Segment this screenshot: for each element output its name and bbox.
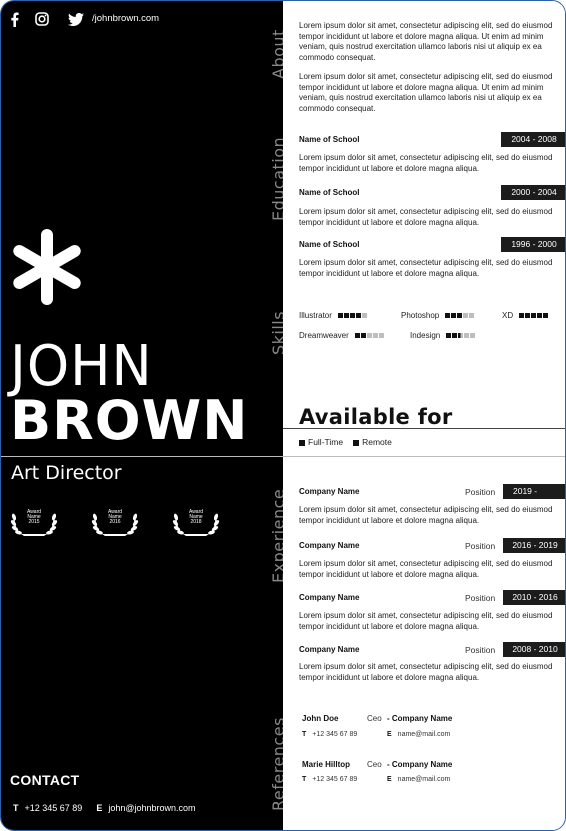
availability-underline xyxy=(283,428,565,429)
social-links xyxy=(7,11,85,27)
job-title: Art Director xyxy=(11,462,122,484)
reference-role: Ceo xyxy=(367,714,382,723)
position-label: Position xyxy=(465,541,496,551)
skill-name: Illustrator xyxy=(299,311,332,320)
experience-company: Company Name xyxy=(299,487,360,496)
skill-name: XD xyxy=(502,311,514,320)
reference-name: Marie Hilltop xyxy=(302,760,351,769)
first-name: JOHN xyxy=(10,334,153,399)
reference-company: - Company Name xyxy=(387,714,453,723)
email-label: E xyxy=(96,803,103,813)
skill-level xyxy=(446,333,476,338)
experience-dates: 2008 - 2010 xyxy=(503,642,565,657)
skill-item: Dreamweaver xyxy=(299,331,384,340)
skill-level xyxy=(445,313,475,318)
experience-dates: 2019 - xyxy=(503,484,565,499)
skill-item: XD xyxy=(502,311,549,320)
award-year: 2018 xyxy=(190,519,202,525)
email-value[interactable]: john@johnbrown.com xyxy=(108,803,195,813)
experience-description: Lorem ipsum dolor sit amet, consectetur … xyxy=(299,505,553,525)
position-label: Position xyxy=(465,593,496,603)
skill-level xyxy=(354,333,384,338)
reference-email[interactable]: Ename@mail.com xyxy=(387,776,450,783)
reference-phone[interactable]: T +12 345 67 89 xyxy=(302,776,357,783)
award-badge: Award Name 2018 xyxy=(171,504,221,538)
about-paragraph: Lorem ipsum dolor sit amet, consectetur … xyxy=(299,72,553,113)
reference-name: John Doe xyxy=(302,714,339,723)
availability-option: Full-Time xyxy=(299,437,343,447)
position-label: Position xyxy=(465,487,496,497)
left-column: /johnbrown.com JOHN BROWN Art Director A… xyxy=(1,1,283,830)
skill-item: Illustrator xyxy=(299,311,367,320)
reference-phone[interactable]: T +12 345 67 89 xyxy=(302,731,357,738)
square-bullet-icon xyxy=(353,439,360,446)
education-description: Lorem ipsum dolor sit amet, consectetur … xyxy=(299,258,553,278)
education-dates: 1996 - 2000 xyxy=(501,237,565,252)
website-link[interactable]: /johnbrown.com xyxy=(92,13,159,24)
last-name: BROWN xyxy=(10,389,249,452)
instagram-icon[interactable] xyxy=(34,11,50,27)
education-dates: 2004 - 2008 xyxy=(501,132,565,147)
skill-item: Photoshop xyxy=(401,311,475,320)
contact-info: T +12 345 67 89 E john@johnbrown.com xyxy=(13,803,196,813)
facebook-icon[interactable] xyxy=(7,11,21,27)
phone-label: T xyxy=(13,803,19,813)
skill-name: Indesign xyxy=(410,331,441,340)
experience-company: Company Name xyxy=(299,593,360,602)
award-year: 2015 xyxy=(28,519,40,525)
contact-heading: CONTACT xyxy=(10,772,80,788)
square-bullet-icon xyxy=(299,439,305,446)
right-column: Lorem ipsum dolor sit amet, consectetur … xyxy=(283,1,565,830)
education-school: Name of School xyxy=(299,135,360,144)
award-badge: Award Name 2016 xyxy=(90,504,140,538)
position-label: Position xyxy=(465,645,496,655)
award-year: 2016 xyxy=(109,519,121,525)
about-paragraph: Lorem ipsum dolor sit amet, consectetur … xyxy=(299,21,553,62)
availability-option: Remote xyxy=(353,437,392,447)
reference-company: - Company Name xyxy=(387,760,453,769)
awards-row: Award Name 2015 Award Name 2016 Award Na… xyxy=(9,504,249,540)
skill-level xyxy=(519,313,549,318)
skill-level xyxy=(337,313,367,318)
availability-title: Available for xyxy=(299,405,453,429)
resume-page: /johnbrown.com JOHN BROWN Art Director A… xyxy=(0,0,566,831)
phone-value[interactable]: +12 345 67 89 xyxy=(25,803,83,813)
twitter-icon[interactable] xyxy=(67,11,85,27)
experience-dates: 2016 - 2019 xyxy=(503,538,565,553)
education-dates: 2000 - 2004 xyxy=(501,185,565,200)
skill-name: Dreamweaver xyxy=(299,331,349,340)
name-divider xyxy=(1,456,565,457)
availability-options: Full-Time Remote xyxy=(299,437,392,447)
education-description: Lorem ipsum dolor sit amet, consectetur … xyxy=(299,153,553,173)
experience-company: Company Name xyxy=(299,645,360,654)
reference-role: Ceo xyxy=(367,760,382,769)
experience-company: Company Name xyxy=(299,541,360,550)
award-badge: Award Name 2015 xyxy=(9,504,59,538)
skill-item: Indesign xyxy=(410,331,476,340)
education-school: Name of School xyxy=(299,188,360,197)
experience-description: Lorem ipsum dolor sit amet, consectetur … xyxy=(299,611,553,631)
education-school: Name of School xyxy=(299,240,360,249)
asterisk-icon xyxy=(13,229,81,305)
skill-name: Photoshop xyxy=(401,311,440,320)
reference-email[interactable]: Ename@mail.com xyxy=(387,731,450,738)
experience-description: Lorem ipsum dolor sit amet, consectetur … xyxy=(299,662,553,682)
education-description: Lorem ipsum dolor sit amet, consectetur … xyxy=(299,207,553,227)
experience-dates: 2010 - 2016 xyxy=(503,590,565,605)
experience-description: Lorem ipsum dolor sit amet, consectetur … xyxy=(299,559,553,579)
